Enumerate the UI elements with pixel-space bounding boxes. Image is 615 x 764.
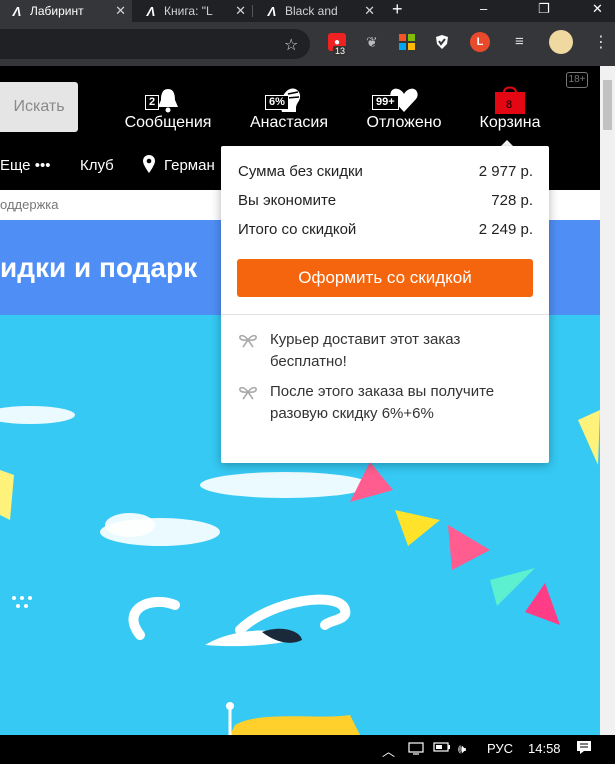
browser-tab-labirint[interactable]: Λ Лабиринт ✕ xyxy=(0,0,132,22)
media-control-icon[interactable]: ≡ xyxy=(515,33,524,50)
cart-popup: Сумма без скидки 2 977 р. Вы экономите 7… xyxy=(221,146,549,463)
tab-title: Лабиринт xyxy=(30,4,84,18)
browser-tab-strip: Λ Лабиринт ✕ Λ Книга: "L ✕ Λ Black and ✕… xyxy=(0,0,615,22)
windows-taskbar: ︿ 🕪 РУС 14:58 xyxy=(0,735,615,764)
maximize-button[interactable]: ❐ xyxy=(538,1,550,17)
vpn-shield-icon[interactable] xyxy=(434,34,450,50)
row-value: 728 р. xyxy=(491,192,533,209)
tray-chevron-up-icon[interactable]: ︿ xyxy=(382,741,395,760)
minimize-button[interactable]: – xyxy=(480,1,487,16)
windows-extension-icon[interactable] xyxy=(399,34,415,50)
browser-toolbar: ☆ ● 13 ❦ L ≡ ⋮ xyxy=(0,22,615,66)
row-label: Вы экономите xyxy=(238,192,337,209)
cart-row-subtotal: Сумма без скидки 2 977 р. xyxy=(238,163,533,180)
tab-close-icon[interactable]: ✕ xyxy=(235,3,246,19)
note-text: Курьер доставит этот заказ бесплатно! xyxy=(270,331,461,370)
nav-location[interactable]: Герман xyxy=(164,157,215,174)
delivery-note: Курьер доставит этот заказ бесплатно! xyxy=(238,329,528,373)
gift-icon xyxy=(238,384,258,400)
close-window-button[interactable]: ✕ xyxy=(592,1,603,17)
note-text: После этого заказа вы получите разовую с… xyxy=(270,383,495,422)
address-bar[interactable]: ☆ xyxy=(0,29,310,59)
new-tab-button[interactable]: + xyxy=(392,0,403,20)
scrollbar-thumb[interactable] xyxy=(603,80,612,130)
bell-icon: 2 xyxy=(120,82,216,114)
tab-title: Книга: "L xyxy=(164,4,213,18)
row-value: 2 249 р. xyxy=(478,221,533,238)
page-scrollbar[interactable] xyxy=(600,66,615,735)
nav-more[interactable]: Еще ••• xyxy=(0,157,50,174)
discount-note: После этого заказа вы получите разовую с… xyxy=(238,381,528,425)
adblock-count-badge: 13 xyxy=(333,46,348,56)
labirint-favicon-icon: Λ xyxy=(146,3,156,19)
messages-badge: 2 xyxy=(145,95,160,110)
cart-count: 8 xyxy=(506,99,513,111)
checkout-button[interactable]: Оформить со скидкой xyxy=(237,259,533,297)
header-item-label: Корзина xyxy=(479,114,541,131)
profile-avatar[interactable] xyxy=(549,30,573,54)
row-label: Итого со скидкой xyxy=(238,221,357,238)
header-item-label: Отложено xyxy=(366,114,442,131)
battery-icon[interactable] xyxy=(433,741,451,756)
network-icon[interactable] xyxy=(408,741,424,758)
labirint-favicon-icon: Λ xyxy=(12,3,22,19)
clock[interactable]: 14:58 xyxy=(528,741,561,756)
notifications-icon[interactable] xyxy=(576,739,592,760)
browser-tab-black[interactable]: Λ Black and ✕ xyxy=(253,0,381,22)
header-item-cart[interactable]: 8 Корзина xyxy=(472,82,548,132)
extension-shield-icon[interactable]: ❦ xyxy=(366,34,378,51)
browser-tab-book[interactable]: Λ Книга: "L ✕ xyxy=(132,0,252,22)
tab-title: Black and xyxy=(285,4,338,18)
volume-icon[interactable]: 🕪 xyxy=(458,741,466,757)
age-rating-badge: 18+ xyxy=(566,72,588,88)
user-portrait-icon: 6% xyxy=(242,82,336,114)
cart-row-savings: Вы экономите 728 р. xyxy=(238,192,533,209)
row-value: 2 977 р. xyxy=(478,163,533,180)
popup-divider xyxy=(221,314,549,315)
header-item-wishlist[interactable]: 99+ Отложено xyxy=(360,82,448,132)
labirint-favicon-icon: Λ xyxy=(267,3,277,19)
header-item-messages[interactable]: 2 Сообщения xyxy=(120,82,216,132)
nav-club[interactable]: Клуб xyxy=(80,157,114,174)
browser-menu-icon[interactable]: ⋮ xyxy=(593,32,609,52)
search-button[interactable]: Искать xyxy=(0,82,78,132)
tab-close-icon[interactable]: ✕ xyxy=(115,3,126,19)
tab-close-icon[interactable]: ✕ xyxy=(364,3,375,19)
cart-bag-icon: 8 xyxy=(472,82,548,114)
gift-icon xyxy=(238,332,258,348)
row-label: Сумма без скидки xyxy=(238,163,363,180)
bookmark-star-icon[interactable]: ☆ xyxy=(284,35,298,55)
wishlist-badge: 99+ xyxy=(372,95,399,110)
header-item-profile[interactable]: 6% Анастасия xyxy=(242,82,336,132)
header-item-label: Анастасия xyxy=(249,114,329,131)
discount-badge: 6% xyxy=(265,95,289,110)
cart-row-total: Итого со скидкой 2 249 р. xyxy=(238,221,533,238)
site-header: Искать 2 Сообщения 6% Анастасия 99+ Отло… xyxy=(0,66,600,146)
extension-l-icon[interactable]: L xyxy=(470,32,490,52)
heart-icon: 99+ xyxy=(360,82,448,114)
header-item-label: Сообщения xyxy=(124,114,212,131)
location-pin-icon xyxy=(143,155,155,178)
language-indicator[interactable]: РУС xyxy=(487,741,513,756)
